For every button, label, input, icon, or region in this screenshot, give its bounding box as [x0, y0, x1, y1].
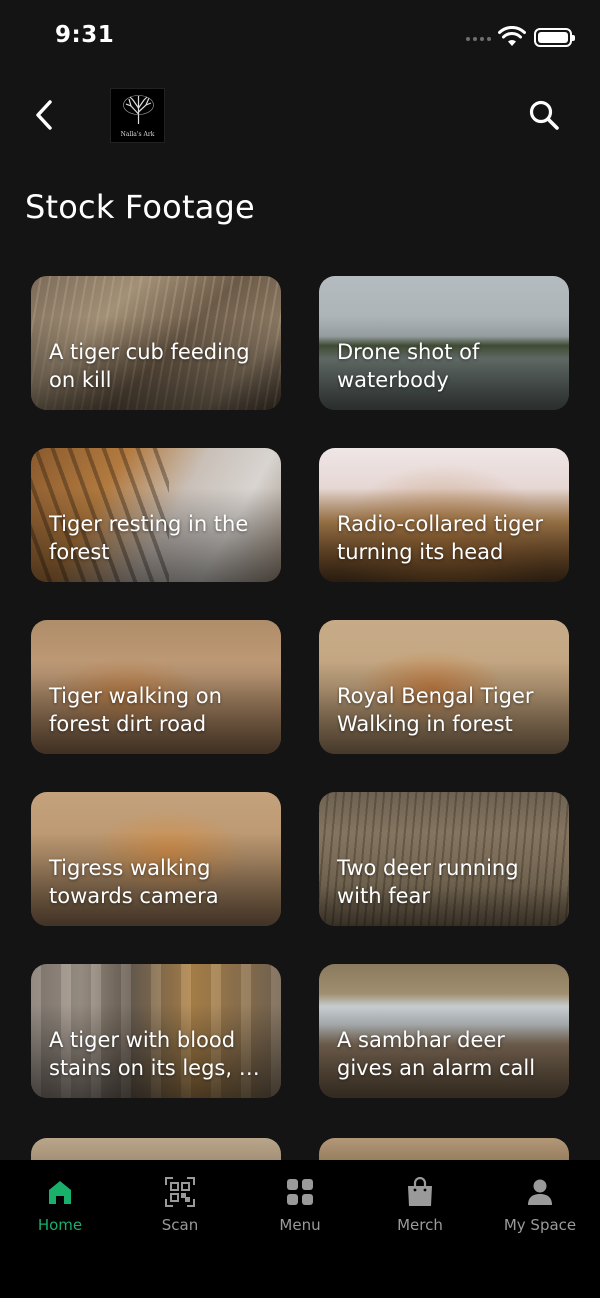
search-icon [529, 100, 559, 130]
footage-card[interactable]: Drone shot of waterbody [319, 276, 569, 410]
qr-scan-icon [165, 1176, 195, 1208]
card-title: A tiger with blood stains on its legs, … [49, 1028, 260, 1080]
card-title: Radio-collared tiger turning its head [337, 512, 543, 564]
nav-menu[interactable]: Menu [240, 1160, 360, 1240]
screen: 9:31 Nalla's Ark Stock Footage A tiger c… [0, 0, 600, 1298]
card-title: Tiger walking on forest dirt road [49, 684, 222, 736]
status-bar: 9:31 [0, 0, 600, 76]
nav-label: Home [37, 1216, 83, 1234]
card-title: Tigress walking towards camera [49, 856, 219, 908]
footage-card[interactable]: Radio-collared tiger turning its head [319, 448, 569, 582]
nav-home[interactable]: Home [0, 1160, 120, 1240]
card-title: Drone shot of waterbody [337, 340, 480, 392]
footage-card[interactable]: Tiger walking on forest dirt road [31, 620, 281, 754]
nav-label: Scan [161, 1216, 199, 1234]
footage-card[interactable]: A tiger cub feeding on kill [31, 276, 281, 410]
card-title: Royal Bengal Tiger Walking in forest [337, 684, 534, 736]
nav-scan[interactable]: Scan [120, 1160, 240, 1240]
logo-text: Nalla's Ark [120, 131, 155, 138]
status-time: 9:31 [55, 22, 115, 48]
app-logo: Nalla's Ark [110, 88, 165, 143]
footage-card[interactable]: Tigress walking towards camera [31, 792, 281, 926]
tree-logo-icon [123, 95, 154, 124]
chevron-left-icon [36, 100, 52, 130]
nav-label: Menu [279, 1216, 321, 1234]
card-title: Two deer running with fear [337, 856, 519, 908]
nav-my-space[interactable]: My Space [480, 1160, 600, 1240]
back-button[interactable] [24, 93, 64, 137]
footage-card[interactable]: Royal Bengal Tiger Walking in forest [319, 620, 569, 754]
nav-label: My Space [503, 1216, 577, 1234]
page-title: Stock Footage [25, 188, 255, 226]
footage-grid: A tiger cub feeding on kill Drone shot o… [31, 276, 569, 1098]
card-title: A sambhar deer gives an alarm call [337, 1028, 536, 1080]
footage-card[interactable]: A sambhar deer gives an alarm call [319, 964, 569, 1098]
footage-card[interactable]: A tiger with blood stains on its legs, … [31, 964, 281, 1098]
person-icon [525, 1176, 555, 1208]
nav-merch[interactable]: Merch [360, 1160, 480, 1240]
footage-card[interactable]: Tiger resting in the forest [31, 448, 281, 582]
nav-label: Merch [397, 1216, 443, 1234]
grid-menu-icon [285, 1176, 315, 1208]
card-title: Tiger resting in the forest [49, 512, 249, 564]
home-icon [45, 1176, 75, 1208]
footage-card[interactable]: Two deer running with fear [319, 792, 569, 926]
card-title: A tiger cub feeding on kill [49, 340, 250, 392]
bottom-nav: Home Scan Menu Merch My Space [0, 1160, 600, 1298]
cellular-signal-icon [466, 37, 491, 41]
shopping-bag-icon [405, 1176, 435, 1208]
wifi-icon [498, 26, 526, 46]
search-button[interactable] [522, 93, 566, 137]
battery-icon [534, 28, 575, 47]
